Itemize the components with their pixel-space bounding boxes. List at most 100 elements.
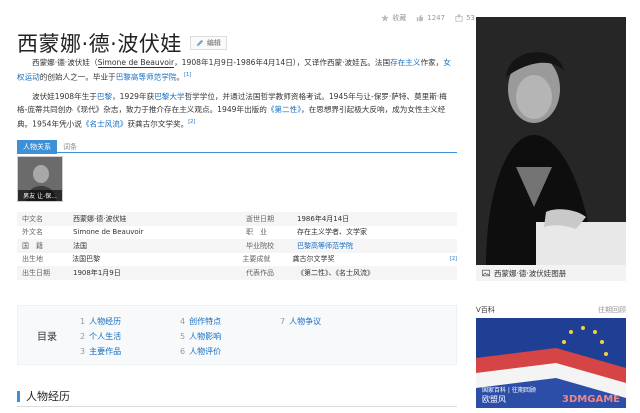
- watermark-logo: 3DMGAME: [562, 394, 620, 405]
- sorbonne-link[interactable]: 巴黎大学: [154, 92, 184, 101]
- info-value: 龚古尔文学奖: [292, 255, 335, 264]
- toc-item-label: 人物经历: [89, 317, 122, 326]
- info-key: 代表作品: [246, 268, 274, 277]
- summary-text: ，1908年1月9日-1986年4月14日），又译作西蒙·波娃瓦。法国: [174, 58, 391, 67]
- toc-item-number: 1: [80, 317, 86, 326]
- toc-item[interactable]: 3 主要作品: [80, 346, 121, 357]
- bio-paragraph: 波伏娃1908年生于巴黎，1929年获巴黎大学哲学学位，并通过法国哲学教师资格考…: [17, 90, 457, 131]
- ens-link[interactable]: 巴黎高等师范学院: [116, 73, 177, 82]
- info-value: 存在主义学者、文学家: [297, 228, 367, 237]
- section-heading: 人物经历: [17, 391, 70, 402]
- toc-item-number: 7: [280, 317, 286, 326]
- info-key: 国 籍: [22, 241, 43, 250]
- vbaike-header: V百科 往期回顾: [476, 305, 626, 315]
- vbaike-more-link[interactable]: 往期回顾: [598, 305, 626, 315]
- info-table: 中文名 西蒙娜·德·波伏娃 逝世日期 1986年4月14日外文名 Simone de B…: [17, 212, 457, 280]
- share-button[interactable]: 53: [455, 13, 475, 23]
- photo-caption[interactable]: 西蒙娜·德·波伏娃图册: [476, 265, 626, 281]
- section-divider: [17, 406, 457, 407]
- toc-item-label: 人物评价: [189, 347, 222, 356]
- toc-item-label: 个人生活: [89, 332, 122, 341]
- photo-caption-text: 西蒙娜·德·波伏娃图册: [494, 268, 567, 278]
- toc-item[interactable]: 1 人物经历: [80, 316, 121, 327]
- vbaike-title: V百科: [476, 306, 495, 314]
- mandarins-link[interactable]: 《名士风流》: [82, 120, 128, 129]
- toc-item-number: 2: [80, 332, 86, 341]
- toc-item[interactable]: 7 人物争议: [280, 316, 321, 327]
- portrait-photo: [476, 17, 626, 265]
- toc-item[interactable]: 2 个人生活: [80, 331, 121, 342]
- bio-text: 获龚古尔文学奖。: [127, 119, 189, 129]
- toc-item-number: 3: [80, 347, 86, 356]
- table-of-contents: 目录 1 人物经历 2 个人生活 3 主要作品 4 创作特点 5 人物影响 6 人物评价 7 人物争议: [17, 305, 457, 365]
- edit-button[interactable]: 编辑: [189, 36, 227, 50]
- info-row: 外文名 Simone de Beauvoir 职 业 存在主义学者、文学家: [17, 226, 457, 240]
- info-key: 出生地: [22, 255, 43, 264]
- summary-text: 的创始人之一。毕业于: [39, 72, 116, 82]
- gallery-icon: [482, 269, 490, 277]
- promo-banner[interactable]: 国家百科 | 往期回顾 欧盟风 3DMGAME: [476, 318, 626, 408]
- toc-item-label: 主要作品: [89, 347, 122, 356]
- main-photo[interactable]: [476, 17, 626, 265]
- relation-label: 男友 让-保...: [18, 190, 62, 201]
- reference-1[interactable]: [1]: [184, 72, 191, 78]
- like-count: 1247: [427, 14, 446, 22]
- thumbs-up-icon: [417, 14, 424, 22]
- reference-link[interactable]: [2]: [450, 256, 457, 262]
- article-toolbar: 收藏 1247 53: [381, 13, 475, 23]
- info-row: 出生地 法国巴黎 主要成就 龚古尔文学奖 [2]: [17, 253, 457, 267]
- pencil-icon: [196, 39, 204, 47]
- info-key: 职 业: [246, 228, 267, 237]
- info-value: 《第二性》、《名士风流》: [297, 268, 374, 277]
- summary-text: 作家，: [420, 58, 444, 67]
- info-value: 法国: [73, 241, 87, 250]
- info-key: 主要成就: [242, 255, 271, 264]
- toc-item-label: 创作特点: [189, 317, 222, 326]
- tab-entries[interactable]: 词条: [63, 142, 77, 152]
- info-key: 毕业院校: [246, 241, 274, 250]
- summary-text: 西蒙娜·德·波伏娃（: [32, 58, 98, 67]
- info-value: 法国巴黎: [72, 255, 101, 264]
- info-value: 西蒙娜·德·波伏娃: [73, 214, 127, 223]
- toc-item[interactable]: 4 创作特点: [180, 316, 221, 327]
- page-title: 西蒙娜·德·波伏娃: [17, 32, 182, 56]
- collect-button[interactable]: 收藏: [381, 13, 406, 23]
- info-key: 逝世日期: [246, 214, 274, 223]
- promo-caption: 欧盟风: [482, 395, 506, 404]
- promo-caption-small: 国家百科 | 往期回顾: [482, 387, 536, 394]
- info-row: 中文名 西蒙娜·德·波伏娃 逝世日期 1986年4月14日: [17, 212, 457, 226]
- toc-item-number: 6: [180, 347, 186, 356]
- toc-item-number: 4: [180, 317, 186, 326]
- foreign-name-text: Simone de Beauvoir: [97, 58, 175, 68]
- reference-2[interactable]: [2]: [188, 119, 195, 125]
- toc-item-label: 人物影响: [189, 332, 222, 341]
- share-count: 53: [466, 14, 475, 22]
- info-key: 外文名: [22, 228, 43, 237]
- toc-item[interactable]: 5 人物影响: [180, 331, 221, 342]
- info-key: 出生日期: [22, 268, 50, 277]
- tab-underline: [17, 152, 457, 153]
- info-value[interactable]: 巴黎高等师范学院: [297, 241, 457, 251]
- edit-label: 编辑: [206, 39, 221, 47]
- star-icon: [381, 14, 389, 22]
- paris-link[interactable]: 巴黎: [97, 92, 112, 101]
- relation-card[interactable]: 男友 让-保...: [17, 156, 63, 202]
- title-row: 西蒙娜·德·波伏娃 编辑: [17, 28, 227, 58]
- info-value: Simone de Beauvoir: [73, 228, 144, 237]
- second-sex-link[interactable]: 《第二性》: [267, 105, 301, 114]
- info-row: 国 籍 法国 毕业院校 巴黎高等师范学院: [17, 239, 457, 253]
- summary-text: 。: [176, 72, 185, 82]
- existentialism-link[interactable]: 存在主义: [390, 58, 420, 67]
- toc-item[interactable]: 6 人物评价: [180, 346, 221, 357]
- info-value: 1908年1月9日: [73, 268, 121, 277]
- info-value: 1986年4月14日: [297, 214, 350, 223]
- toc-item-label: 人物争议: [289, 317, 322, 326]
- info-key: 中文名: [22, 214, 43, 223]
- toc-title: 目录: [37, 332, 57, 343]
- like-button[interactable]: 1247: [416, 13, 445, 23]
- collect-label: 收藏: [392, 14, 407, 22]
- share-icon: [455, 14, 463, 22]
- toc-item-number: 5: [180, 332, 186, 341]
- summary-paragraph: 西蒙娜·德·波伏娃（Simone de Beauvoir，1908年1月9日-1…: [17, 56, 457, 84]
- bio-text: ，1929年获: [112, 92, 155, 101]
